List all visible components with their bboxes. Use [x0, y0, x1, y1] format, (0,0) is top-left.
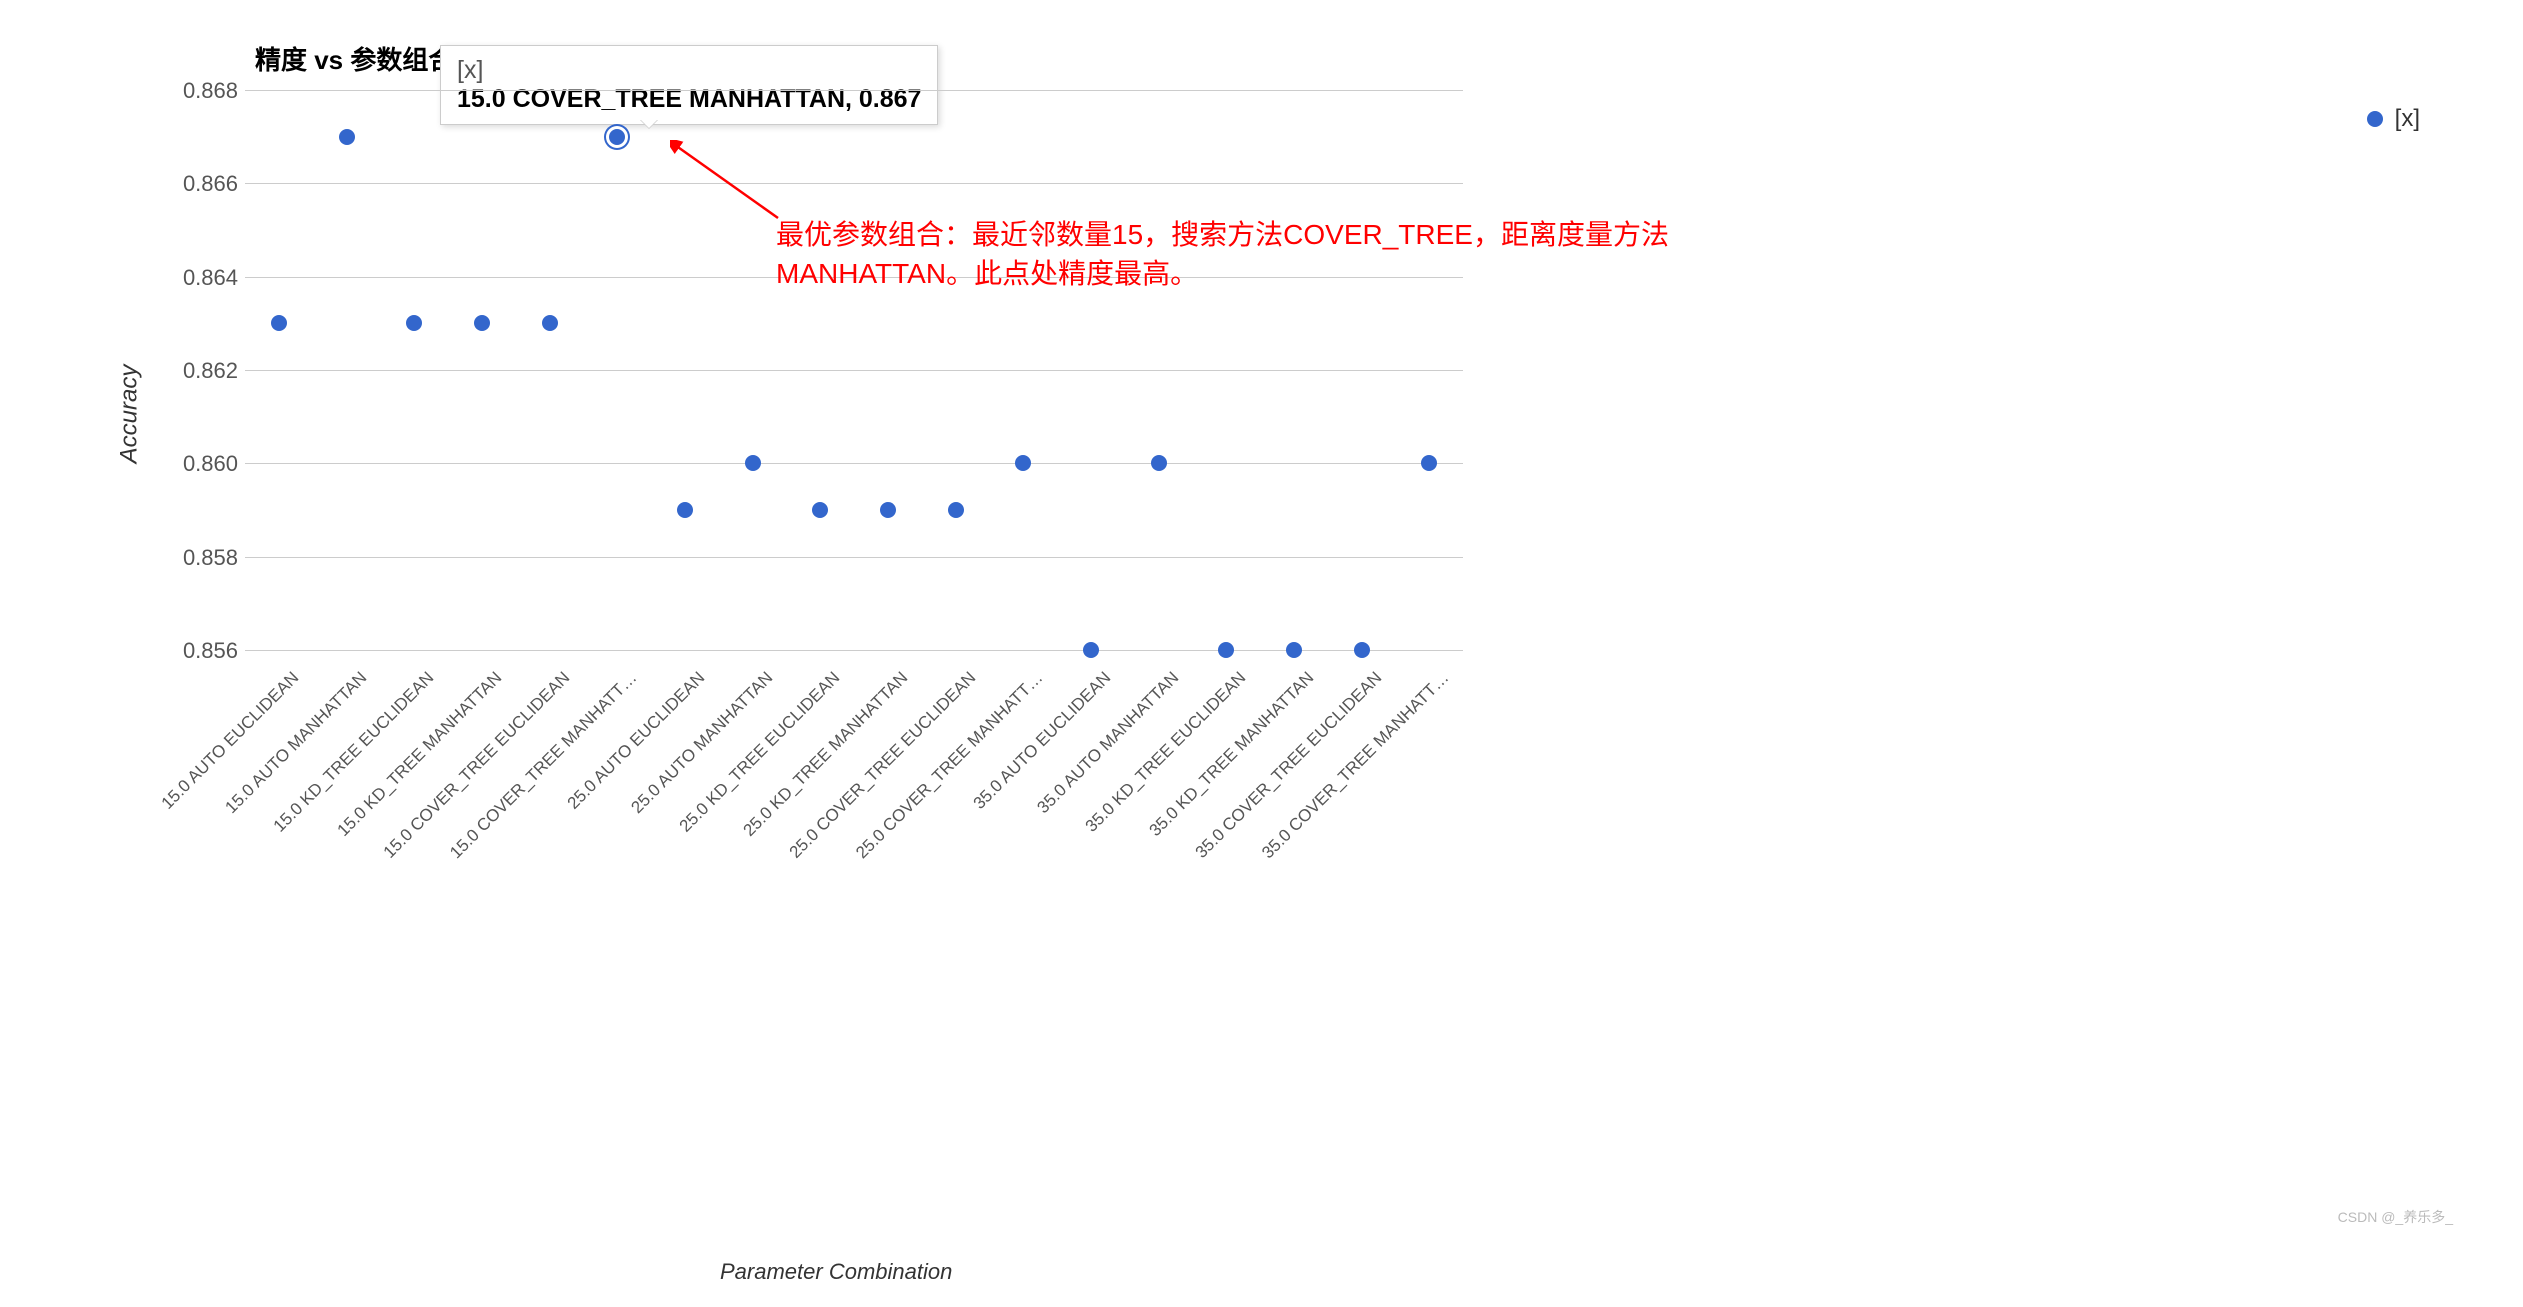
data-point[interactable]: [1151, 455, 1167, 471]
gridline: [245, 183, 1463, 184]
data-point[interactable]: [1421, 455, 1437, 471]
data-point[interactable]: [1354, 642, 1370, 658]
y-tick-label: 0.862: [158, 358, 238, 384]
y-tick-label: 0.868: [158, 78, 238, 104]
tooltip-series: [x]: [457, 56, 921, 85]
data-point[interactable]: [609, 129, 625, 145]
annotation-text: 最优参数组合：最近邻数量15，搜索方法COVER_TREE，距离度量方法MANH…: [776, 215, 1766, 293]
gridline: [245, 370, 1463, 371]
y-tick-label: 0.866: [158, 171, 238, 197]
gridline: [245, 90, 1463, 91]
data-point[interactable]: [474, 315, 490, 331]
x-axis-label: Parameter Combination: [720, 1259, 952, 1285]
data-point[interactable]: [745, 455, 761, 471]
gridline: [245, 557, 1463, 558]
data-point[interactable]: [812, 502, 828, 518]
data-point[interactable]: [1083, 642, 1099, 658]
data-point[interactable]: [271, 315, 287, 331]
data-point[interactable]: [1015, 455, 1031, 471]
data-point[interactable]: [1286, 642, 1302, 658]
data-point[interactable]: [339, 129, 355, 145]
legend-label: [x]: [2395, 105, 2420, 133]
data-point[interactable]: [406, 315, 422, 331]
chart-container: 精度 vs 参数组合 [x] 15.0 COVER_TREE MANHATTAN…: [60, 20, 2460, 1290]
data-point[interactable]: [1218, 642, 1234, 658]
y-tick-label: 0.860: [158, 451, 238, 477]
watermark: CSDN @_养乐多_: [2338, 1207, 2453, 1227]
data-point[interactable]: [948, 502, 964, 518]
y-tick-label: 0.858: [158, 545, 238, 571]
legend[interactable]: [x]: [2367, 105, 2420, 133]
data-point[interactable]: [880, 502, 896, 518]
y-tick-label: 0.864: [158, 265, 238, 291]
data-point[interactable]: [677, 502, 693, 518]
plot-area[interactable]: 0.8560.8580.8600.8620.8640.8660.86815.0 …: [245, 90, 1463, 650]
data-point[interactable]: [542, 315, 558, 331]
chart-title: 精度 vs 参数组合: [255, 40, 454, 77]
y-axis-label: Accuracy: [115, 365, 143, 464]
legend-dot-icon: [2367, 111, 2383, 127]
gridline: [245, 650, 1463, 651]
y-tick-label: 0.856: [158, 638, 238, 664]
gridline: [245, 463, 1463, 464]
